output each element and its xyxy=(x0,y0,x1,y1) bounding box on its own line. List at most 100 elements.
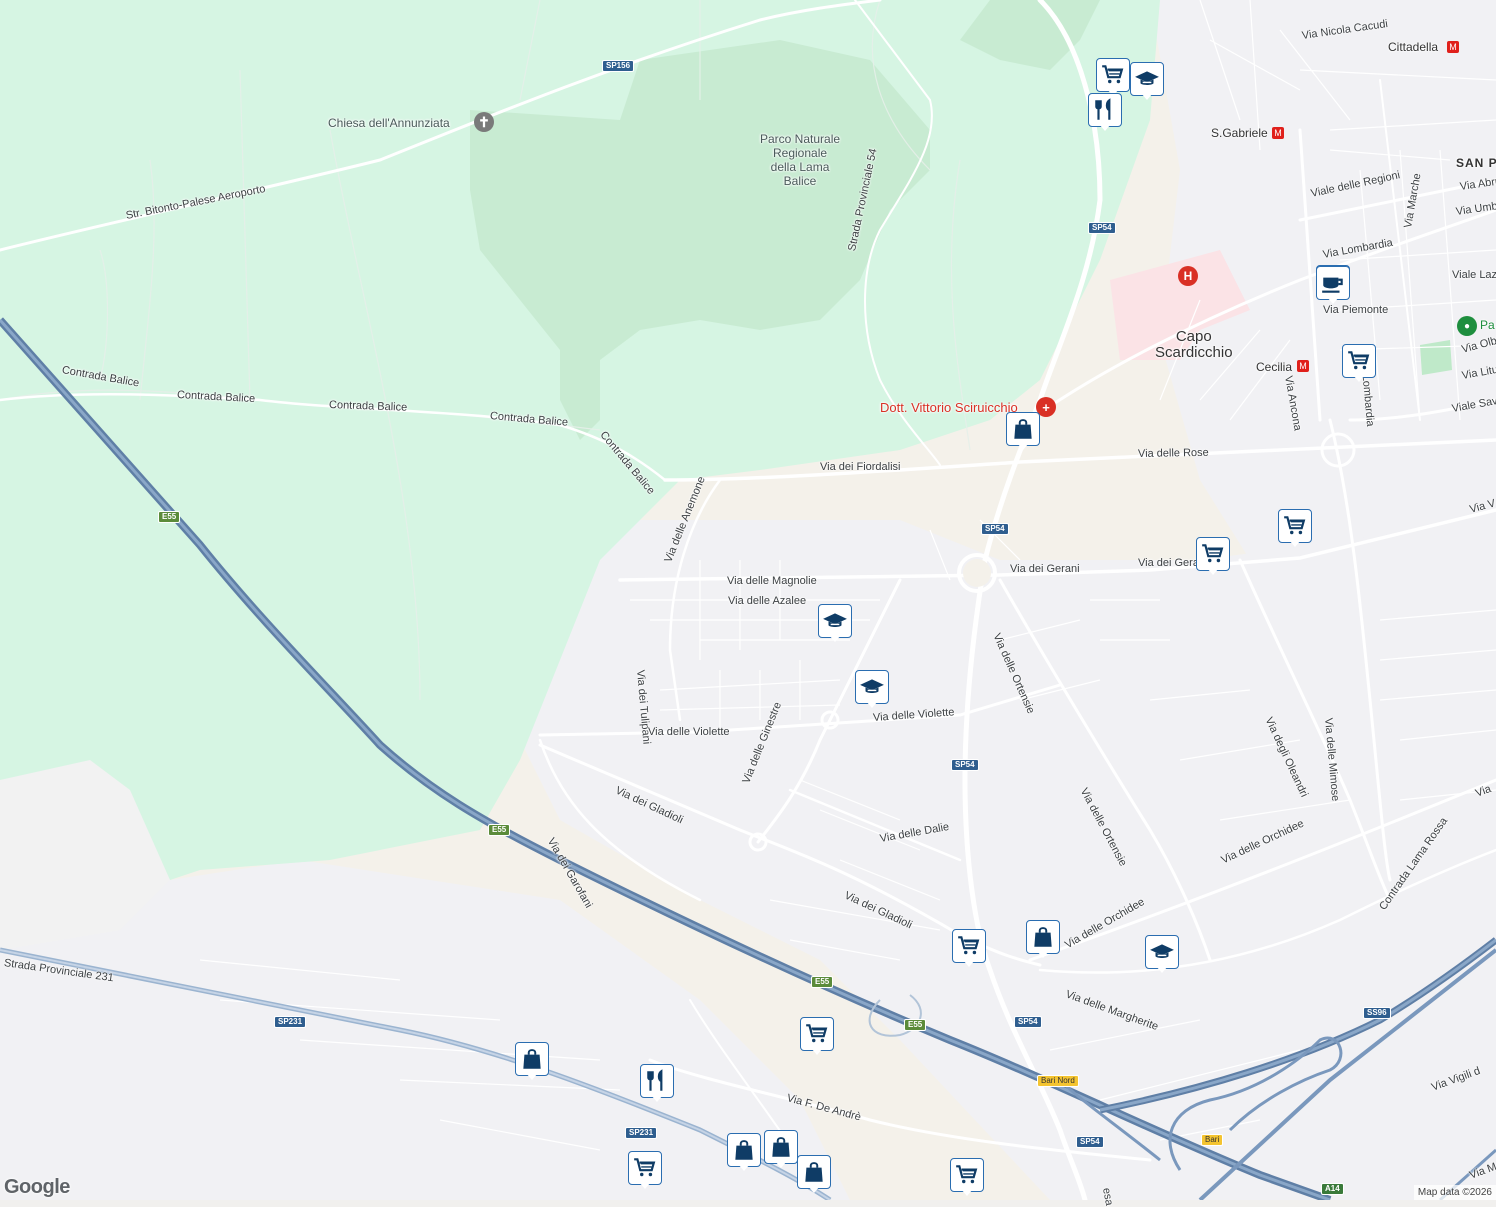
shopping-bag-marker[interactable] xyxy=(515,1042,549,1080)
shopping-cart-marker[interactable] xyxy=(1278,509,1312,547)
shield-sp54-d: SP54 xyxy=(1014,1016,1042,1028)
shield-e55-d: E55 xyxy=(904,1019,927,1031)
google-logo: Google xyxy=(4,1176,70,1198)
marker-pointer xyxy=(811,1048,823,1055)
restaurant-icon xyxy=(640,1064,674,1098)
shopping-cart-icon xyxy=(952,929,986,963)
shield-ss96: SS96 xyxy=(1363,1007,1391,1019)
road-label-piemonte: Via Piemonte xyxy=(1323,304,1389,316)
school-icon xyxy=(1130,62,1164,96)
shopping-bag-marker[interactable] xyxy=(727,1133,761,1171)
restaurant-icon xyxy=(1088,93,1122,127)
shopping-cart-marker[interactable] xyxy=(1096,58,1130,96)
school-marker[interactable] xyxy=(818,604,852,642)
shield-a14: A14 xyxy=(1321,1183,1344,1195)
shield-sp54-c: SP54 xyxy=(951,759,979,771)
shopping-bag-icon xyxy=(515,1042,549,1076)
school-icon xyxy=(1145,935,1179,969)
marker-pointer xyxy=(1141,93,1153,100)
marker-pointer xyxy=(1156,966,1168,973)
shopping-cart-marker[interactable] xyxy=(1196,537,1230,575)
restaurant-marker[interactable] xyxy=(640,1064,674,1102)
place-hospital[interactable]: Dott. Vittorio Sciruicchio xyxy=(880,400,1018,415)
shopping-cart-icon xyxy=(1342,344,1376,378)
school-marker[interactable] xyxy=(1130,62,1164,100)
school-marker[interactable] xyxy=(855,670,889,708)
place-capo-scardicchio[interactable]: Capo Scardicchio xyxy=(1155,329,1233,361)
marker-pointer xyxy=(963,960,975,967)
shield-e55-c: E55 xyxy=(811,976,834,988)
road-label-lazio: Viale Laz xyxy=(1452,269,1496,281)
attribution[interactable]: Map data ©2026 xyxy=(1413,1185,1496,1200)
shopping-bag-marker[interactable] xyxy=(1026,920,1060,958)
shopping-cart-icon xyxy=(1196,537,1230,571)
shield-sp54-e: SP54 xyxy=(1076,1136,1104,1148)
school-icon xyxy=(818,604,852,638)
place-cecilia[interactable]: Cecilia xyxy=(1256,360,1292,374)
shopping-cart-marker[interactable] xyxy=(800,1017,834,1055)
hospital-icon[interactable]: H xyxy=(1178,266,1198,286)
shopping-bag-icon xyxy=(797,1155,831,1189)
shopping-bag-marker[interactable] xyxy=(764,1130,798,1168)
shopping-cart-marker[interactable] xyxy=(950,1158,984,1196)
shield-bari-nord: Bari Nord xyxy=(1037,1075,1079,1087)
school-icon xyxy=(855,670,889,704)
shopping-cart-icon xyxy=(1278,509,1312,543)
road-label-fiordalisi: Via dei Fiordalisi xyxy=(820,461,901,473)
shield-sp231-b: SP231 xyxy=(625,1127,658,1139)
marker-pointer xyxy=(1289,540,1301,547)
marker-pointer xyxy=(526,1073,538,1080)
marker-pointer xyxy=(1207,568,1219,575)
marker-pointer xyxy=(1353,375,1365,382)
shopping-cart-icon xyxy=(950,1158,984,1192)
metro-icon-cecilia[interactable]: M xyxy=(1297,360,1309,372)
marker-pointer xyxy=(1327,297,1339,304)
marker-pointer xyxy=(829,635,841,642)
park-icon[interactable]: ● xyxy=(1457,316,1477,336)
shield-sp54-b: SP54 xyxy=(981,523,1009,535)
place-chiesa-label: Chiesa dell'Annunziata xyxy=(328,116,450,130)
marker-pointer xyxy=(961,1189,973,1196)
shopping-bag-marker[interactable] xyxy=(1006,412,1040,450)
shopping-bag-icon xyxy=(1026,920,1060,954)
shopping-cart-icon xyxy=(1096,58,1130,92)
marker-pointer xyxy=(651,1095,663,1102)
road-label-magnolie: Via delle Magnolie xyxy=(727,575,817,587)
shopping-bag-icon xyxy=(727,1133,761,1167)
place-pa: Pa xyxy=(1480,318,1495,332)
shopping-bag-icon xyxy=(764,1130,798,1164)
shopping-cart-marker[interactable] xyxy=(1342,344,1376,382)
shopping-cart-icon xyxy=(800,1017,834,1051)
place-chiesa[interactable]: Chiesa dell'Annunziata xyxy=(328,116,450,130)
church-icon[interactable]: ✝ xyxy=(474,112,494,132)
marker-pointer xyxy=(1037,951,1049,958)
coffee-icon xyxy=(1316,266,1350,300)
school-marker[interactable] xyxy=(1145,935,1179,973)
place-parco[interactable]: Parco Naturale Regionale della Lama Bali… xyxy=(760,132,840,188)
metro-icon-cittadella[interactable]: M xyxy=(1447,41,1459,53)
map-canvas[interactable]: Str. Bitonto-Palese Aeroporto Contrada B… xyxy=(0,0,1496,1207)
marker-pointer xyxy=(775,1161,787,1168)
shopping-cart-marker[interactable] xyxy=(628,1151,662,1189)
shopping-cart-icon xyxy=(628,1151,662,1185)
marker-pointer xyxy=(866,701,878,708)
shield-e55-a: E55 xyxy=(158,511,181,523)
place-cittadella[interactable]: Cittadella xyxy=(1388,40,1438,54)
road-label-violette-1: Via delle Violette xyxy=(648,726,730,738)
road-label-azalee: Via delle Azalee xyxy=(728,595,807,607)
road-label-gerani: Via dei Gerani xyxy=(1010,563,1080,575)
road-label-rose: Via delle Rose xyxy=(1137,446,1209,460)
marker-pointer xyxy=(738,1164,750,1171)
shield-sp156: SP156 xyxy=(602,60,635,72)
place-s-gabriele[interactable]: S.Gabriele xyxy=(1211,126,1268,140)
shield-bari: Bari xyxy=(1201,1134,1224,1146)
shopping-cart-marker[interactable] xyxy=(952,929,986,967)
shield-sp231-a: SP231 xyxy=(274,1016,307,1028)
marker-pointer xyxy=(808,1186,820,1193)
shield-sp54-a: SP54 xyxy=(1088,222,1116,234)
shopping-bag-marker[interactable] xyxy=(797,1155,831,1193)
coffee-marker[interactable] xyxy=(1316,266,1350,304)
road-label-gerani-2: Via dei Gera xyxy=(1138,557,1199,569)
restaurant-marker[interactable] xyxy=(1088,93,1122,131)
metro-icon-s-gabriele[interactable]: M xyxy=(1272,127,1284,139)
